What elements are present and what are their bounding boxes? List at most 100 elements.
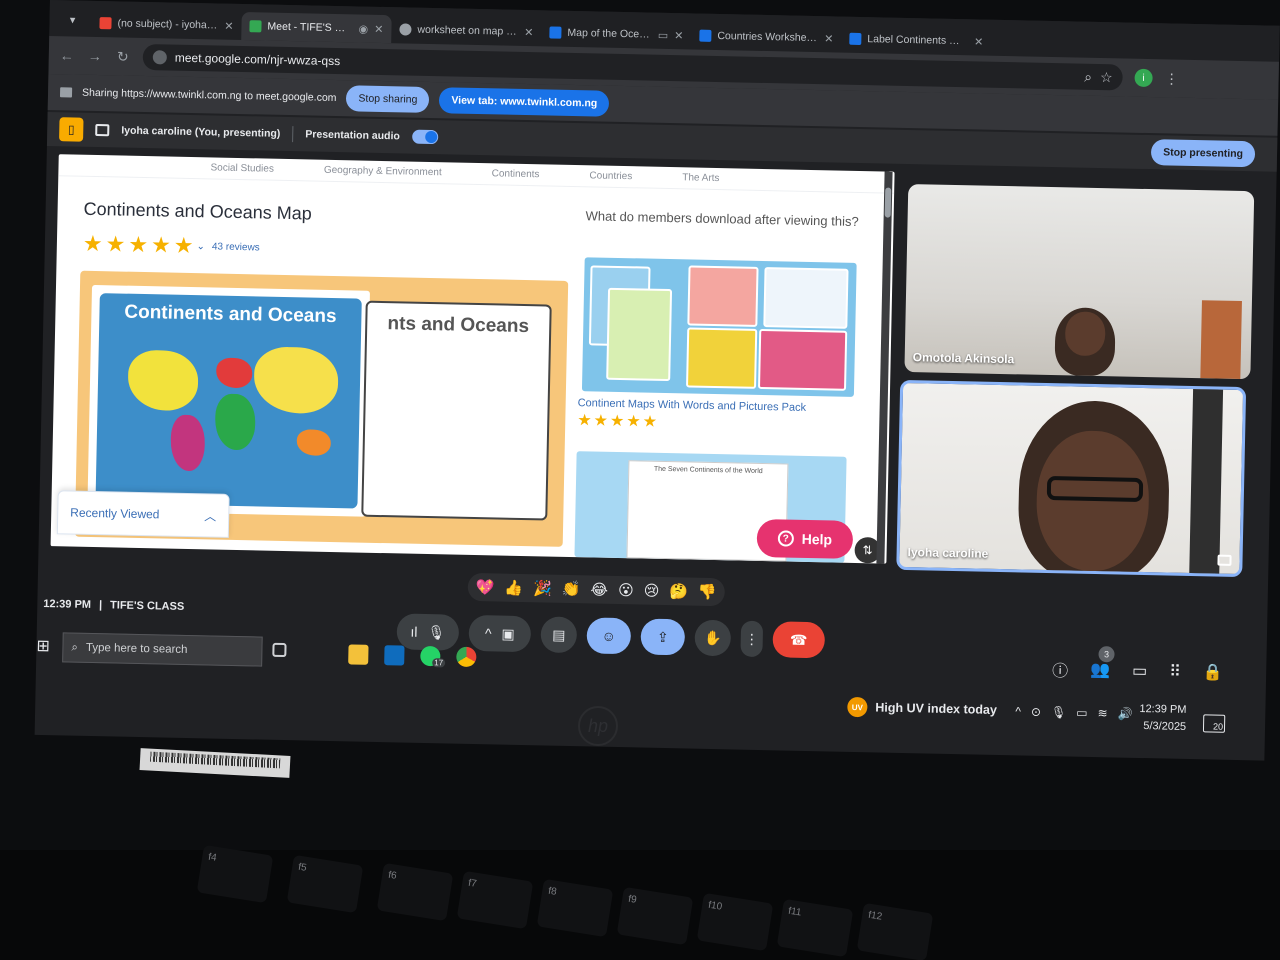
tab-map-oceans[interactable]: Map of the Oceans and ▭ ✕ xyxy=(541,18,692,49)
reaction-clap[interactable]: 👏 xyxy=(562,580,581,598)
stop-presenting-button[interactable]: Stop presenting xyxy=(1150,139,1256,168)
reviews-link[interactable]: 43 reviews xyxy=(212,241,260,253)
recently-viewed-panel[interactable]: Recently Viewed ︿ xyxy=(56,490,230,538)
reaction-heart[interactable]: 💖 xyxy=(476,578,495,596)
tab-worksheet-search[interactable]: worksheet on map continents ✕ xyxy=(391,15,542,46)
windows-start-icon[interactable]: ⊞ xyxy=(36,636,50,656)
uv-icon: UV xyxy=(847,696,868,718)
tab-label: (no subject) - iyohacaroline xyxy=(117,17,219,32)
barcode-lines xyxy=(149,751,281,769)
weather-widget[interactable]: UV High UV index today xyxy=(847,696,998,720)
reaction-surprised[interactable]: 😮 xyxy=(618,581,634,599)
chevron-up-icon[interactable]: ^ xyxy=(485,625,492,641)
battery-icon[interactable]: ▭ xyxy=(1076,706,1088,720)
outlook-icon[interactable] xyxy=(384,645,405,666)
participant-tile-self[interactable]: Iyoha caroline xyxy=(896,379,1247,578)
microphone-icon[interactable]: 🎙 xyxy=(1051,705,1067,719)
mini-map xyxy=(686,327,758,389)
chevron-up-icon[interactable]: ^ xyxy=(1015,704,1021,718)
reaction-thumbs-down[interactable]: 👎 xyxy=(698,583,717,601)
reload-icon[interactable]: ↻ xyxy=(115,48,131,65)
tab-gmail[interactable]: (no subject) - iyohacaroline ✕ xyxy=(91,9,242,40)
zoom-search-icon[interactable]: ⌕ xyxy=(1084,68,1092,85)
close-icon[interactable]: ✕ xyxy=(974,35,983,48)
more-vert-icon: ⋮ xyxy=(744,630,759,647)
stop-sharing-button[interactable]: Stop sharing xyxy=(346,85,430,113)
forward-icon[interactable]: → xyxy=(87,48,103,64)
presenter-label: Iyoha caroline (You, presenting) xyxy=(121,124,281,140)
help-button[interactable]: ? Help xyxy=(756,518,854,559)
tab-label: worksheet on map continents xyxy=(417,23,519,38)
reaction-laugh[interactable]: 😂 xyxy=(590,580,608,598)
close-icon[interactable]: ✕ xyxy=(374,22,383,35)
keyboard-key: f5 xyxy=(286,854,364,914)
reaction-bar: 💖 👍 🎉 👏 😂 😮 😢 🤔 👎 xyxy=(467,572,725,607)
chevron-up-icon[interactable]: ︿ xyxy=(204,507,216,524)
participant-name: Omotola Akinsola xyxy=(912,350,1015,367)
task-view-icon[interactable] xyxy=(272,642,287,658)
recommended-rating-stars: ★ ★ ★ ★ ★ xyxy=(577,412,658,431)
close-icon[interactable]: ✕ xyxy=(524,25,533,38)
gmail-icon xyxy=(99,17,112,30)
tab-label: Countries Worksheets & Pri xyxy=(717,29,819,45)
emoji-icon: ☺ xyxy=(601,627,617,644)
laptop-screen: ▾ (no subject) - iyohacaroline ✕ Meet - … xyxy=(34,0,1280,761)
tab-label: Map of the Oceans and xyxy=(567,26,652,41)
twinkl-icon xyxy=(849,32,862,45)
participant-face xyxy=(1064,311,1106,357)
view-tab-button[interactable]: View tab: www.twinkl.com.ng xyxy=(439,87,610,117)
star-icon: ★ xyxy=(609,412,625,431)
pip-icon[interactable] xyxy=(1217,554,1232,566)
recommended-pack-title[interactable]: Continent Maps With Words and Pictures P… xyxy=(578,397,807,414)
recently-viewed-label: Recently Viewed xyxy=(70,505,160,522)
reaction-sad[interactable]: 😢 xyxy=(643,582,659,600)
close-icon[interactable]: ✕ xyxy=(224,19,233,32)
tab-search-icon[interactable]: ▾ xyxy=(59,6,86,33)
site-info-icon[interactable] xyxy=(152,50,167,65)
bookmark-star-icon[interactable]: ☆ xyxy=(1100,69,1113,86)
profile-avatar[interactable]: i xyxy=(1134,68,1153,88)
present-icon: ⇪ xyxy=(656,628,669,645)
nav-link[interactable]: Continents xyxy=(492,168,540,180)
nav-link[interactable]: Countries xyxy=(589,170,632,182)
tab-label-continents[interactable]: Label Continents Worksheet ✕ xyxy=(841,25,992,56)
presentation-audio-toggle[interactable] xyxy=(411,129,438,145)
recommended-pack-thumbnail[interactable] xyxy=(581,257,857,397)
end-call-icon: ☎ xyxy=(789,631,808,648)
file-explorer-icon[interactable] xyxy=(348,644,369,665)
nav-link[interactable]: Social Studies xyxy=(210,162,274,174)
taskbar-clock[interactable]: 12:39 PM 5/3/2025 xyxy=(1139,701,1187,735)
wifi-icon[interactable]: ≋ xyxy=(1097,706,1107,720)
reaction-party[interactable]: 🎉 xyxy=(533,579,552,597)
chrome-icon[interactable] xyxy=(456,646,477,668)
taskbar-search[interactable]: ⌕ Type here to search xyxy=(62,632,263,667)
participant-tile[interactable]: Omotola Akinsola xyxy=(904,184,1255,380)
chevron-down-icon[interactable]: ⌄ xyxy=(196,241,205,252)
clock-time: 12:39 PM xyxy=(1139,702,1187,716)
notification-icon[interactable]: 20 xyxy=(1202,714,1226,733)
preview-map-colored: Continents and Oceans xyxy=(87,284,370,517)
cast-icon: ▭ xyxy=(657,29,669,42)
meet-tray-icon[interactable]: ⊙ xyxy=(1031,705,1041,719)
question-icon: ? xyxy=(777,530,794,547)
nav-link[interactable]: The Arts xyxy=(682,172,719,184)
tab-countries-worksheets[interactable]: Countries Worksheets & Pri ✕ xyxy=(691,21,842,52)
close-icon[interactable]: ✕ xyxy=(824,32,833,45)
browser-menu-icon[interactable]: ⋮ xyxy=(1164,70,1178,87)
mini-map xyxy=(606,287,673,382)
close-icon[interactable]: ✕ xyxy=(674,29,683,42)
nav-link[interactable]: Geography & Environment xyxy=(324,165,442,178)
tab-meet[interactable]: Meet - TIFE'S CLASS ◉ ✕ xyxy=(241,12,392,44)
south-america-shape xyxy=(170,414,206,472)
reaction-thumbs-up[interactable]: 👍 xyxy=(504,579,523,597)
participant-name: Iyoha caroline xyxy=(907,545,989,561)
reaction-thinking[interactable]: 🤔 xyxy=(669,582,688,600)
windows-taskbar: ⊞ ⌕ Type here to search 17 UV High UV in… xyxy=(35,632,1267,758)
whatsapp-badge: 17 xyxy=(432,658,446,668)
volume-icon[interactable]: 🔊 xyxy=(1117,707,1132,721)
star-icon: ★ xyxy=(642,413,658,431)
weather-text: High UV index today xyxy=(875,700,998,717)
scrollbar-thumb[interactable] xyxy=(884,187,892,218)
asia-shape xyxy=(253,346,339,415)
back-icon[interactable]: ← xyxy=(59,47,75,63)
